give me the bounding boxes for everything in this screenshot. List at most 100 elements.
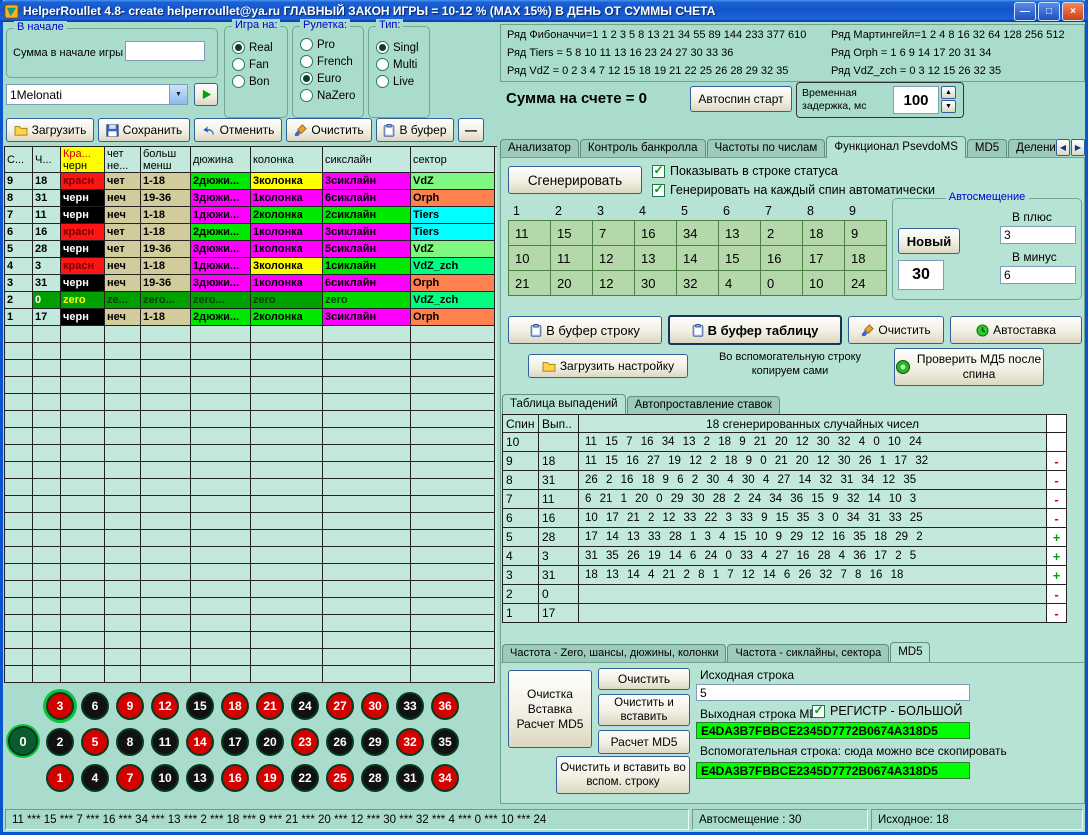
checkbox-uppercase[interactable]: ✓ РЕГИСТР - БОЛЬШОЙ (812, 704, 962, 718)
board-number-30[interactable]: 30 (361, 692, 389, 720)
start-sum-input[interactable] (125, 41, 205, 61)
maximize-button[interactable]: □ (1038, 2, 1060, 21)
board-number-8[interactable]: 8 (116, 728, 144, 756)
board-number-1[interactable]: 1 (46, 764, 74, 792)
md5-big-button[interactable]: Очистка Вставка Расчет MD5 (508, 670, 592, 748)
tab-freq-chances[interactable]: Частота - Zero, шансы, дюжины, колонки (502, 644, 726, 662)
board-number-11[interactable]: 11 (151, 728, 179, 756)
to-buffer-button[interactable]: В буфер (376, 118, 454, 142)
board-number-33[interactable]: 33 (396, 692, 424, 720)
radio-multi[interactable]: Multi (369, 56, 429, 73)
radio-real[interactable]: Real (225, 39, 287, 56)
psevdo-clear-button[interactable]: Очистить (848, 316, 944, 344)
board-number-19[interactable]: 19 (256, 764, 284, 792)
minus-input[interactable] (1000, 266, 1076, 284)
md5-calc-button[interactable]: Расчет MD5 (598, 730, 690, 754)
tab-md5[interactable]: MD5 (967, 139, 1007, 158)
tab-drop-table[interactable]: Таблица выпадений (502, 394, 626, 414)
md5-clear-button[interactable]: Очистить (598, 668, 690, 690)
tabs-scroll-right[interactable]: ▶ (1071, 139, 1085, 156)
play-button[interactable] (194, 83, 218, 106)
board-number-35[interactable]: 35 (431, 728, 459, 756)
radio-live[interactable]: Live (369, 73, 429, 90)
new-button[interactable]: Новый (898, 228, 960, 254)
board-number-28[interactable]: 28 (361, 764, 389, 792)
radio-bon[interactable]: Bon (225, 73, 287, 90)
checkbox-show-status[interactable]: ✓ Показывать в строке статуса (652, 164, 838, 178)
board-number-18[interactable]: 18 (221, 692, 249, 720)
autoshift-value-input[interactable] (898, 260, 944, 290)
tab-division[interactable]: Деление ко... (1008, 139, 1056, 158)
board-number-4[interactable]: 4 (81, 764, 109, 792)
md5-clear-paste-helper-button[interactable]: Очистить и вставить во вспом. строку (556, 756, 690, 794)
load-settings-button[interactable]: Загрузить настройку (528, 354, 688, 378)
board-number-15[interactable]: 15 (186, 692, 214, 720)
board-number-3[interactable]: 3 (46, 692, 74, 720)
collapse-button[interactable]: — (458, 118, 484, 142)
tabs-scroll-left[interactable]: ◀ (1056, 139, 1070, 156)
source-string-input[interactable] (696, 684, 970, 701)
autospin-start-button[interactable]: Автоспин старт (690, 86, 792, 112)
md5-output-field[interactable]: E4DA3B7FBBCE2345D7772B0674A318D5 (696, 722, 970, 739)
autobet-button[interactable]: Автоставка (950, 316, 1082, 344)
radio-euro[interactable]: Euro (293, 70, 363, 87)
radio-pro[interactable]: Pro (293, 36, 363, 53)
md5-helper-field[interactable]: E4DA3B7FBBCE2345D7772B0674A318D5 (696, 762, 970, 779)
generate-button[interactable]: Сгенерировать (508, 166, 642, 194)
radio-singl[interactable]: Singl (369, 39, 429, 56)
delay-spinner-up[interactable]: ▲ (941, 86, 956, 99)
tab-psevdoms[interactable]: Функционал PsevdoMS (826, 136, 966, 158)
board-number-20[interactable]: 20 (256, 728, 284, 756)
load-button[interactable]: Загрузить (6, 118, 94, 142)
board-number-32[interactable]: 32 (396, 728, 424, 756)
tab-md5[interactable]: MD5 (890, 642, 930, 662)
board-number-2[interactable]: 2 (46, 728, 74, 756)
buffer-row-button[interactable]: В буфер строку (508, 316, 662, 344)
board-number-17[interactable]: 17 (221, 728, 249, 756)
board-number-23[interactable]: 23 (291, 728, 319, 756)
board-number-6[interactable]: 6 (81, 692, 109, 720)
radio-french[interactable]: French (293, 53, 363, 70)
plus-input[interactable] (1000, 226, 1076, 244)
board-number-13[interactable]: 13 (186, 764, 214, 792)
md5-clear-paste-button[interactable]: Очистить и вставить (598, 694, 690, 726)
board-number-29[interactable]: 29 (361, 728, 389, 756)
board-number-31[interactable]: 31 (396, 764, 424, 792)
delay-input[interactable] (893, 86, 939, 114)
delay-spinner-down[interactable]: ▼ (941, 100, 956, 113)
preset-select[interactable]: 1Melonati ▼ (6, 84, 188, 105)
spin-row: 1011 15 7 16 34 13 2 18 9 21 20 12 30 32… (503, 433, 1067, 452)
board-zero[interactable]: 0 (8, 726, 38, 756)
save-button[interactable]: Сохранить (98, 118, 190, 142)
board-number-21[interactable]: 21 (256, 692, 284, 720)
board-number-22[interactable]: 22 (291, 764, 319, 792)
board-number-12[interactable]: 12 (151, 692, 179, 720)
undo-button[interactable]: Отменить (194, 118, 282, 142)
board-number-34[interactable]: 34 (431, 764, 459, 792)
tab-bankroll[interactable]: Контроль банкролла (580, 139, 706, 158)
buffer-table-button[interactable]: В буфер таблицу (668, 315, 842, 345)
radio-nazero[interactable]: NaZero (293, 87, 363, 104)
board-number-5[interactable]: 5 (81, 728, 109, 756)
minimize-button[interactable]: — (1014, 2, 1036, 21)
board-number-24[interactable]: 24 (291, 692, 319, 720)
board-number-26[interactable]: 26 (326, 728, 354, 756)
tab-auto-bets[interactable]: Автопроставление ставок (627, 396, 780, 414)
board-number-25[interactable]: 25 (326, 764, 354, 792)
clear-button[interactable]: Очистить (286, 118, 372, 142)
close-button[interactable]: × (1062, 2, 1084, 21)
checkbox-auto-generate[interactable]: ✓ Генерировать на каждый спин автоматиче… (652, 183, 935, 197)
check-md5-button[interactable]: Проверить МД5 после спина (894, 348, 1044, 386)
tab-freq-sectors[interactable]: Частота - сиклайны, сектора (727, 644, 889, 662)
tab-analyzer[interactable]: Анализатор (500, 139, 579, 158)
radio-fan[interactable]: Fan (225, 56, 287, 73)
tab-frequencies[interactable]: Частоты по числам (707, 139, 826, 158)
board-number-10[interactable]: 10 (151, 764, 179, 792)
board-number-7[interactable]: 7 (116, 764, 144, 792)
board-number-14[interactable]: 14 (186, 728, 214, 756)
board-number-27[interactable]: 27 (326, 692, 354, 720)
board-number-9[interactable]: 9 (116, 692, 144, 720)
chevron-down-icon[interactable]: ▼ (169, 85, 187, 104)
board-number-36[interactable]: 36 (431, 692, 459, 720)
board-number-16[interactable]: 16 (221, 764, 249, 792)
